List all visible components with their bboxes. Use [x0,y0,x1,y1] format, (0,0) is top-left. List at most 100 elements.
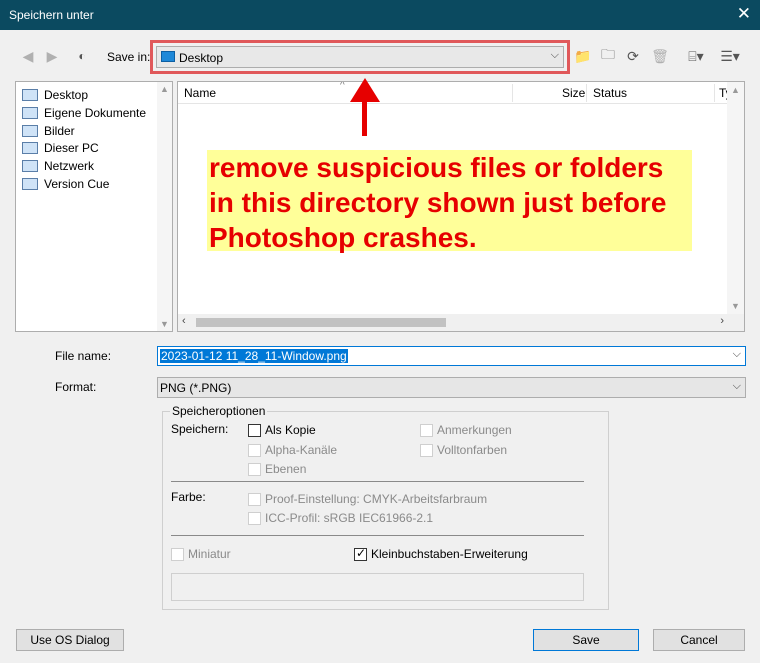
annotation-line: Photoshop crashes. [209,222,477,253]
save-button[interactable]: Save [533,629,639,651]
checkbox-label: Proof-Einstellung: CMYK-Arbeitsfarbraum [265,492,488,506]
view-menu-icon[interactable]: ☰▾ [716,46,744,66]
version-cue-icon [22,178,38,190]
save-in-label: Save in: [107,50,151,64]
sort-ascending-icon: ^ [340,81,345,91]
info-text-field [171,573,584,601]
place-item-documents[interactable]: Eigene Dokumente [22,105,146,121]
places-scrollbar[interactable]: ▲ ▼ [157,82,172,331]
checkbox-box [248,423,261,437]
column-header-name[interactable]: Name [184,86,216,100]
column-header-status[interactable]: Status [593,86,627,100]
checkbox-box [420,423,433,437]
recent-places-icon[interactable]: ◐ [72,46,92,66]
annotation-arrow-shaft [362,98,367,136]
network-icon [22,160,38,172]
layers-checkbox[interactable]: Ebenen [248,462,306,476]
checkbox-label: Alpha-Kanäle [265,443,338,457]
place-label: Dieser PC [44,141,99,155]
place-label: Desktop [44,88,89,102]
column-divider[interactable] [512,84,513,102]
checkbox-label: Als Kopie [265,423,316,437]
checkbox-box [248,492,261,506]
format-value: PNG (*.PNG) [160,381,232,395]
divider [171,481,584,482]
checkbox-box [171,547,184,561]
place-label: Bilder [44,124,75,138]
annotation-note: remove suspicious files or folders in th… [207,150,692,253]
format-label: Format: [55,380,97,394]
refresh-icon[interactable]: ⟳ [623,46,643,66]
divider [171,535,584,536]
close-icon[interactable]: ✕ [737,4,751,24]
place-item-version-cue[interactable]: Version Cue [22,176,109,192]
scroll-up-icon[interactable]: ▲ [160,84,169,94]
save-section-label: Speichern: [171,422,229,436]
scroll-up-icon[interactable]: ▲ [731,85,740,95]
file-name-label: File name: [55,349,112,363]
delete-icon[interactable]: 🗑 [650,46,670,66]
scroll-down-icon[interactable]: ▼ [160,319,169,329]
drive-menu-icon[interactable]: ⌸▾ [682,46,710,66]
back-icon[interactable]: ◀ [18,46,38,66]
checkbox-box [248,462,261,476]
scroll-left-icon[interactable]: ‹ [182,315,186,327]
scroll-right-icon[interactable]: › [720,315,724,327]
new-folder-icon[interactable]: 🗀 [598,46,618,66]
checkbox-box [248,511,261,525]
file-list-vscrollbar[interactable]: ▲ ▼ [727,82,744,314]
annotation-highlight-frame [150,40,570,74]
save-options-title: Speicheroptionen [170,404,268,418]
place-item-network[interactable]: Netzwerk [22,158,94,174]
file-list-header: Name ^ Size Status Type [178,82,744,104]
window-title: Speichern unter [9,8,94,22]
place-label: Version Cue [44,177,110,191]
checkbox-box [354,546,367,561]
proof-setup-checkbox[interactable]: Proof-Einstellung: CMYK-Arbeitsfarbraum [248,492,487,506]
chevron-down-icon[interactable]: ⌵ [733,348,741,361]
place-label: Netzwerk [44,159,95,173]
forward-icon[interactable]: ▶ [42,46,62,66]
annotation-line: remove suspicious files or folders [209,152,664,183]
icc-profile-checkbox[interactable]: ICC-Profil: sRGB IEC61966-2.1 [248,511,433,525]
use-os-dialog-button[interactable]: Use OS Dialog [16,629,124,651]
file-name-input[interactable]: 2023-01-12 11_28_11-Window.png ⌵ [157,346,746,366]
checkbox-label: Kleinbuchstaben-Erweiterung [371,547,528,561]
file-name-value: 2023-01-12 11_28_11-Window.png [160,349,348,363]
alpha-channels-checkbox[interactable]: Alpha-Kanäle [248,443,337,457]
file-list-hscrollbar[interactable]: ‹ › [178,314,744,331]
pictures-icon [22,125,38,137]
checkbox-label: Anmerkungen [437,423,512,437]
column-header-size[interactable]: Size [562,86,585,100]
as-copy-checkbox[interactable]: Als Kopie [248,423,316,437]
scroll-thumb[interactable] [196,318,446,327]
place-item-desktop[interactable]: Desktop [22,87,88,103]
places-panel: Desktop Eigene Dokumente Bilder Dieser P… [15,81,173,332]
color-section-label: Farbe: [171,490,206,504]
checkbox-label: Ebenen [265,462,307,476]
title-bar: Speichern unter ✕ [0,0,760,30]
up-folder-icon[interactable]: 📁 [573,46,593,66]
checkbox-box [248,443,261,457]
thumbnail-checkbox[interactable]: Miniatur [171,547,231,561]
checkbox-label: Miniatur [188,547,231,561]
computer-icon [22,142,38,154]
checkbox-box [420,443,433,457]
place-item-this-pc[interactable]: Dieser PC [22,140,99,156]
column-divider[interactable] [586,84,587,102]
notes-checkbox[interactable]: Anmerkungen [420,423,512,437]
place-label: Eigene Dokumente [44,106,147,120]
cancel-button[interactable]: Cancel [653,629,745,651]
annotation-line: in this directory shown just before [209,187,667,218]
scroll-down-icon[interactable]: ▼ [731,301,740,311]
lowercase-extension-checkbox[interactable]: Kleinbuchstaben-Erweiterung [354,546,528,561]
chevron-down-icon: ⌵ [732,380,741,392]
documents-icon [22,107,38,119]
checkbox-label: Volltonfarben [437,443,508,457]
checkbox-label: ICC-Profil: sRGB IEC61966-2.1 [265,511,434,525]
format-dropdown[interactable]: PNG (*.PNG) ⌵ [157,377,746,398]
desktop-icon [22,89,38,101]
place-item-pictures[interactable]: Bilder [22,123,75,139]
column-divider[interactable] [714,84,715,102]
spot-colors-checkbox[interactable]: Volltonfarben [420,443,507,457]
